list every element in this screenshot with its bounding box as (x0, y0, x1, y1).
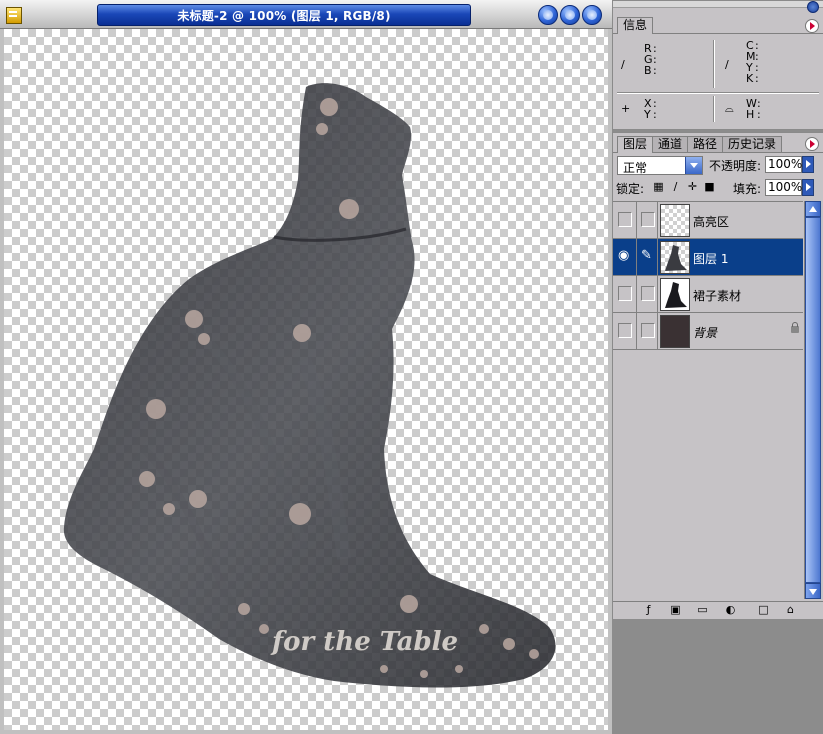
opacity-label: 不透明度: (709, 159, 762, 173)
fill-slider-icon[interactable] (802, 179, 814, 196)
layer-thumbnail (660, 278, 690, 311)
blend-mode-select[interactable]: 正常 (617, 156, 703, 175)
new-layer-icon[interactable]: □ (758, 604, 769, 615)
tab-history[interactable]: 历史记录 (722, 136, 783, 152)
lock-all-icon[interactable]: ■ (704, 181, 715, 192)
scroll-down-icon[interactable] (805, 583, 821, 599)
lock-paint-icon[interactable]: ∕ (670, 181, 681, 192)
rgb-colons: ::: (653, 42, 657, 77)
visibility-toggle[interactable] (614, 276, 637, 312)
layer-style-icon[interactable]: ƒ (643, 604, 654, 615)
layers-panel-menu-icon[interactable] (805, 137, 819, 151)
info-panel-body: ∕ R G B ::: ∕ C M Y K :::: + X Y:: ⌓ W… (613, 33, 823, 128)
visibility-toggle[interactable]: ◉ (614, 239, 637, 275)
lock-transparent-icon[interactable]: ▦ (653, 181, 664, 192)
blend-mode-value: 正常 (623, 161, 648, 175)
tab-layers[interactable]: 图层 (617, 136, 654, 153)
lock-label: 锁定: (616, 182, 645, 196)
crosshair-icon: + (621, 102, 631, 115)
right-panel-area: 信息 ∕ R G B ::: ∕ C M Y K :::: + X Y:: … (612, 0, 823, 734)
layer-row-highlight[interactable]: 高亮区 (613, 202, 803, 239)
info-panel-menu-icon[interactable] (805, 19, 819, 33)
empty-panel-area (612, 620, 823, 734)
adjustment-layer-icon[interactable]: ◐ (725, 604, 736, 615)
layer-thumbnail (660, 241, 690, 274)
scroll-up-icon[interactable] (805, 201, 821, 217)
brush-icon: ✎ (641, 248, 652, 263)
document-icon[interactable] (6, 7, 22, 24)
minimize-button[interactable] (538, 5, 558, 25)
info-panel-tabs: 信息 (617, 17, 654, 34)
document-title: 未标题-2 @ 100% (图层 1, RGB/8) (177, 9, 391, 23)
fill-label: 填充: (733, 182, 762, 196)
tab-info[interactable]: 信息 (617, 17, 654, 34)
lock-move-icon[interactable]: ✛ (687, 181, 698, 192)
measure-icon: ⌓ (725, 102, 734, 115)
lock-icon (791, 322, 799, 333)
document-window: 未标题-2 @ 100% (图层 1, RGB/8) for the Table (0, 0, 612, 734)
wh-colons: :: (757, 97, 761, 121)
link-toggle[interactable] (637, 202, 658, 238)
tab-channels[interactable]: 通道 (652, 136, 689, 152)
layer-list-scrollbar[interactable] (804, 201, 821, 599)
layer-name[interactable]: 裙子素材 (693, 287, 741, 304)
layer-name[interactable]: 图层 1 (693, 250, 728, 267)
visibility-toggle[interactable] (614, 313, 637, 349)
eyedropper-rgb-icon: ∕ (621, 58, 625, 71)
opacity-input[interactable]: 100% (765, 156, 802, 173)
scrollbar-thumb[interactable] (805, 217, 821, 583)
link-toggle[interactable]: ✎ (637, 239, 658, 275)
opacity-slider-icon[interactable] (802, 156, 814, 173)
tab-paths[interactable]: 路径 (687, 136, 724, 152)
layers-panel-tabs: 图层 通道 路径 历史记录 (617, 136, 783, 153)
layers-panel-toolbar: ƒ ▣ ▭ ◐ □ ⌂ (613, 601, 823, 619)
document-title-area[interactable]: 未标题-2 @ 100% (图层 1, RGB/8) (97, 4, 471, 26)
xy-labels: X Y (644, 97, 652, 121)
add-mask-icon[interactable]: ▣ (670, 604, 681, 615)
rgb-labels: R G B (644, 42, 653, 77)
layer-list: 高亮区 ◉ ✎ 图层 1 裙子素材 背景 (613, 201, 803, 600)
xy-colons: :: (653, 97, 657, 121)
trash-icon[interactable]: ⌂ (785, 604, 796, 615)
dress-image (63, 83, 556, 688)
maximize-button[interactable] (560, 5, 580, 25)
link-toggle[interactable] (637, 313, 658, 349)
document-canvas[interactable]: for the Table (4, 29, 608, 730)
layer-thumbnail (660, 204, 690, 237)
layer-name[interactable]: 背景 (693, 324, 717, 341)
close-button[interactable] (582, 5, 602, 25)
layer-row-background[interactable]: 背景 (613, 313, 803, 350)
layer-name[interactable]: 高亮区 (693, 213, 729, 230)
layer-row-dress-source[interactable]: 裙子素材 (613, 276, 803, 313)
fill-input[interactable]: 100% (765, 179, 802, 196)
eyedropper-cmyk-icon: ∕ (725, 58, 729, 71)
layer-thumbnail (660, 315, 690, 348)
layers-panel: 图层 通道 路径 历史记录 正常 不透明度: 100% 锁定: ▦ ∕ ✛ ■ … (612, 132, 823, 619)
document-titlebar[interactable]: 未标题-2 @ 100% (图层 1, RGB/8) (0, 0, 612, 29)
chevron-down-icon[interactable] (685, 157, 702, 174)
info-panel-close-icon[interactable] (807, 1, 819, 13)
link-toggle[interactable] (637, 276, 658, 312)
dress-caption: for the Table (272, 627, 459, 657)
visibility-toggle[interactable] (614, 202, 637, 238)
new-group-icon[interactable]: ▭ (697, 604, 708, 615)
info-panel: 信息 ∕ R G B ::: ∕ C M Y K :::: + X Y:: … (612, 0, 823, 130)
info-panel-grip[interactable] (613, 1, 823, 8)
eye-icon[interactable]: ◉ (618, 248, 629, 263)
cmyk-colons: :::: (755, 39, 759, 85)
wh-labels: W H (746, 97, 757, 121)
layer-row-layer-1[interactable]: ◉ ✎ 图层 1 (613, 239, 803, 276)
